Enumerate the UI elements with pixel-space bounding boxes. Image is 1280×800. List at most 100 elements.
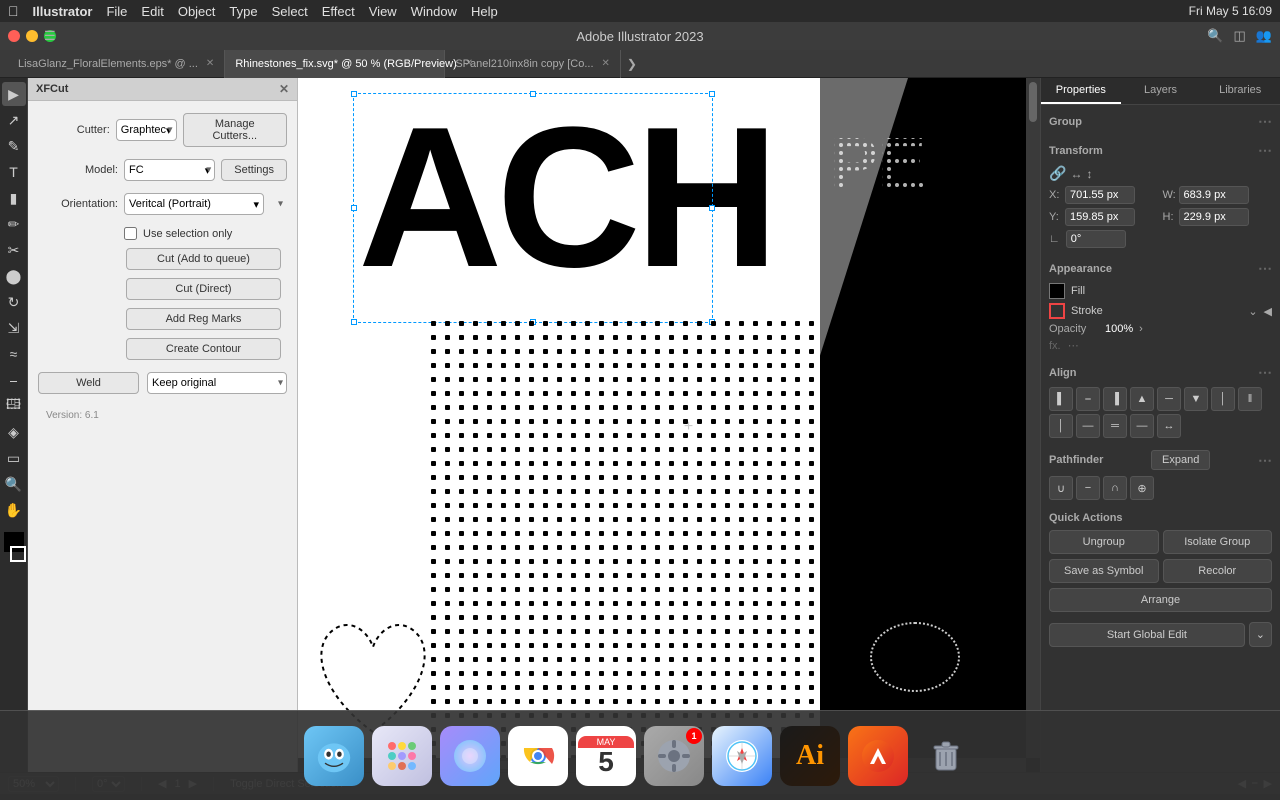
pen-tool[interactable]: ✎ xyxy=(2,134,26,158)
minimize-button[interactable] xyxy=(26,30,38,42)
cut-add-queue-button[interactable]: Cut (Add to queue) xyxy=(126,248,281,270)
recolor-button[interactable]: Recolor xyxy=(1163,559,1273,583)
help-menu[interactable]: Help xyxy=(471,4,498,19)
hand-tool[interactable]: ✋ xyxy=(2,498,26,522)
align-bottom-btn[interactable]: ▼ xyxy=(1184,387,1208,411)
add-reg-marks-button[interactable]: Add Reg Marks xyxy=(126,308,281,330)
warp-tool[interactable]: ≈ xyxy=(2,342,26,366)
angle-input[interactable] xyxy=(1066,230,1126,248)
cutter-select[interactable]: Graphtec ▾ xyxy=(116,119,177,141)
type-menu[interactable]: Type xyxy=(229,4,257,19)
h-input[interactable] xyxy=(1179,208,1249,226)
sidebar-toggle-icon[interactable]: ☰ xyxy=(44,28,56,44)
dock-illustrator[interactable]: Ai xyxy=(780,726,840,786)
apple-menu[interactable]:  xyxy=(8,3,19,19)
align-center-v-btn[interactable]: ─ xyxy=(1157,387,1181,411)
edit-menu[interactable]: Edit xyxy=(141,4,163,19)
window-menu[interactable]: Window xyxy=(411,4,457,19)
appearance-more-icon[interactable]: ⋯ xyxy=(1258,260,1272,277)
view-menu[interactable]: View xyxy=(369,4,397,19)
xfcut-close-icon[interactable]: ✕ xyxy=(279,82,289,96)
w-input[interactable] xyxy=(1179,186,1249,204)
share-icon[interactable]: 👥 xyxy=(1256,28,1272,44)
stroke-swatch[interactable] xyxy=(10,546,26,562)
tabs-more-icon[interactable]: ❯ xyxy=(621,57,643,71)
dock-trash[interactable] xyxy=(916,726,976,786)
distribute-spacing-btn[interactable]: ↔ xyxy=(1157,414,1181,438)
tab-rhinestones[interactable]: Rhinestones_fix.svg* @ 50 % (RGB/Preview… xyxy=(225,50,445,78)
group-more-icon[interactable]: ⋯ xyxy=(1258,113,1272,130)
arrange-button[interactable]: Arrange xyxy=(1049,588,1272,612)
align-right-btn[interactable]: ▐ xyxy=(1103,387,1127,411)
stroke-swatch-panel[interactable] xyxy=(1049,303,1065,319)
align-center-h-btn[interactable]: ⎯ xyxy=(1076,387,1100,411)
orientation-select[interactable]: Veritcal (Portrait) ▾ xyxy=(124,193,264,215)
text-tool[interactable]: T xyxy=(2,160,26,184)
flip-h-icon[interactable]: ↔ xyxy=(1070,167,1082,181)
v-scroll-thumb[interactable] xyxy=(1029,82,1037,122)
stroke-chevron-icon[interactable]: ⌄ xyxy=(1248,305,1257,318)
fx-more-icon[interactable]: ⋯ xyxy=(1068,340,1079,352)
distribute-bottom-btn[interactable]: ― xyxy=(1130,414,1154,438)
artboard-tool[interactable]: ▭ xyxy=(2,446,26,470)
grid-icon[interactable]: ◫ xyxy=(1234,28,1246,44)
pathfinder-intersect-btn[interactable]: ∩ xyxy=(1103,476,1127,500)
use-selection-checkbox[interactable] xyxy=(124,227,137,240)
zoom-tool[interactable]: 🔍 xyxy=(2,472,26,496)
fx-row[interactable]: fx. ⋯ xyxy=(1049,339,1272,352)
search-icon[interactable]: 🔍 xyxy=(1207,28,1223,44)
tab-spanel[interactable]: SPanel210inx8in copy [Co... ✕ xyxy=(445,50,621,78)
dock-pixelmator[interactable] xyxy=(848,726,908,786)
manage-cutters-button[interactable]: Manage Cutters... xyxy=(183,113,287,147)
app-menu[interactable]: Illustrator xyxy=(33,4,93,19)
file-menu[interactable]: File xyxy=(106,4,127,19)
tab-properties[interactable]: Properties xyxy=(1041,78,1121,104)
dock-siri[interactable] xyxy=(440,726,500,786)
align-top-btn[interactable]: ▲ xyxy=(1130,387,1154,411)
cut-direct-button[interactable]: Cut (Direct) xyxy=(126,278,281,300)
blob-brush-tool[interactable]: ⬤ xyxy=(2,264,26,288)
start-global-edit-button[interactable]: Start Global Edit xyxy=(1049,623,1245,647)
opacity-arrow-icon[interactable]: › xyxy=(1139,323,1143,335)
shape-tool[interactable]: ▮ xyxy=(2,186,26,210)
align-left-btn[interactable]: ▌ xyxy=(1049,387,1073,411)
dock-launchpad[interactable] xyxy=(372,726,432,786)
y-input[interactable] xyxy=(1065,208,1135,226)
settings-button[interactable]: Settings xyxy=(221,159,287,181)
flip-v-icon[interactable]: ↕ xyxy=(1086,167,1092,181)
selection-tool[interactable]: ▶ xyxy=(2,82,26,106)
weld-button[interactable]: Weld xyxy=(38,372,139,394)
link-icon[interactable]: 🔗 xyxy=(1049,165,1066,182)
pathfinder-more-icon[interactable]: ⋯ xyxy=(1258,452,1272,469)
x-input[interactable] xyxy=(1065,186,1135,204)
dock-safari[interactable] xyxy=(712,726,772,786)
distribute-right-btn[interactable]: │ xyxy=(1049,414,1073,438)
transform-more-icon[interactable]: ⋯ xyxy=(1258,142,1272,159)
start-global-chevron-btn[interactable]: ⌄ xyxy=(1249,622,1272,647)
effect-menu[interactable]: Effect xyxy=(322,4,355,19)
close-button[interactable] xyxy=(8,30,20,42)
width-tool[interactable]: ⎯ xyxy=(2,368,26,392)
stroke-options-icon[interactable]: ◀ xyxy=(1264,305,1272,318)
paintbrush-tool[interactable]: ✂ xyxy=(2,238,26,262)
model-select[interactable]: FC ▾ xyxy=(124,159,215,181)
pathfinder-expand-button[interactable]: Expand xyxy=(1151,450,1210,470)
tab-layers[interactable]: Layers xyxy=(1121,78,1201,104)
scale-tool[interactable]: ⇲ xyxy=(2,316,26,340)
dock-finder[interactable] xyxy=(304,726,364,786)
dock-system-preferences[interactable]: 1 xyxy=(644,726,704,786)
tab-spanel-close[interactable]: ✕ xyxy=(602,58,610,69)
dock-chrome[interactable] xyxy=(508,726,568,786)
keep-original-select[interactable]: Keep original Delete original xyxy=(147,372,287,394)
canvas-area[interactable]: ACH xyxy=(298,78,1040,772)
select-menu[interactable]: Select xyxy=(272,4,308,19)
align-more-icon[interactable]: ⋯ xyxy=(1258,364,1272,381)
tab-floral-close[interactable]: ✕ xyxy=(206,58,214,69)
save-as-symbol-button[interactable]: Save as Symbol xyxy=(1049,559,1159,583)
v-scrollbar[interactable] xyxy=(1026,78,1040,758)
distribute-center-h-btn[interactable]: ‖ xyxy=(1238,387,1262,411)
tab-libraries[interactable]: Libraries xyxy=(1200,78,1280,104)
eyedropper-tool[interactable]: 🖽 xyxy=(2,394,26,418)
distribute-center-v-btn[interactable]: ═ xyxy=(1103,414,1127,438)
isolate-group-button[interactable]: Isolate Group xyxy=(1163,530,1273,554)
